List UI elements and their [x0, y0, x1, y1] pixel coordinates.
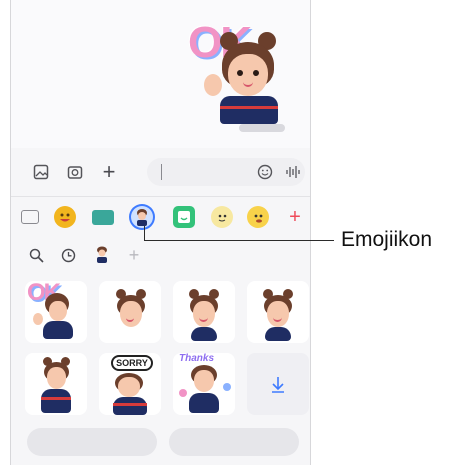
wave-sticker[interactable] [25, 353, 87, 415]
emoji-icon[interactable] [54, 206, 76, 228]
thanks-sticker[interactable]: Thanks [173, 353, 235, 415]
add-icon[interactable]: + [284, 206, 306, 228]
message-composer: + [11, 152, 310, 192]
image-icon[interactable] [31, 162, 51, 182]
get-more-button[interactable] [169, 428, 299, 456]
ok-sticker[interactable]: OK [25, 281, 87, 343]
callout-label: Emojiikon [341, 228, 433, 251]
download-icon [272, 377, 284, 393]
message-input[interactable] [147, 158, 305, 186]
callout-pointer [144, 226, 145, 241]
camera-icon[interactable] [65, 162, 85, 182]
ar-emoji-icon[interactable] [131, 206, 153, 228]
phone-screen: OK + + + OK SORRY Thanks [10, 0, 311, 465]
happy-sticker[interactable] [247, 281, 309, 343]
bitmoji-icon[interactable] [211, 206, 233, 228]
timestamp-blur [239, 124, 285, 132]
ar-emoji-subtabs: + [11, 242, 310, 270]
panel-divider [11, 196, 310, 197]
mojitok-icon[interactable] [247, 206, 269, 228]
recent-icon[interactable] [57, 244, 79, 266]
text-caret [161, 164, 162, 180]
pout-sticker[interactable] [99, 281, 161, 343]
sticker-icon[interactable] [173, 206, 195, 228]
ar-sticker-grid: OK SORRY Thanks [19, 279, 309, 419]
gif-icon[interactable] [92, 210, 114, 225]
add-icon[interactable]: + [123, 244, 145, 266]
make-stickers-button[interactable] [27, 428, 157, 456]
avatar-icon[interactable] [91, 244, 113, 266]
download-more[interactable] [247, 353, 309, 415]
search-icon[interactable] [25, 244, 47, 266]
emoji-panel-tabs: + [11, 199, 310, 235]
smile-sticker[interactable] [173, 281, 235, 343]
keyboard-icon[interactable] [21, 210, 39, 224]
sorry-sticker[interactable]: SORRY [99, 353, 161, 415]
smiley-icon[interactable] [255, 162, 275, 182]
voice-waveform-icon[interactable] [283, 162, 303, 182]
callout-line [144, 240, 334, 241]
sent-ok-sticker[interactable]: OK [186, 14, 296, 124]
chat-area: OK [11, 0, 310, 148]
plus-icon[interactable]: + [99, 159, 119, 184]
